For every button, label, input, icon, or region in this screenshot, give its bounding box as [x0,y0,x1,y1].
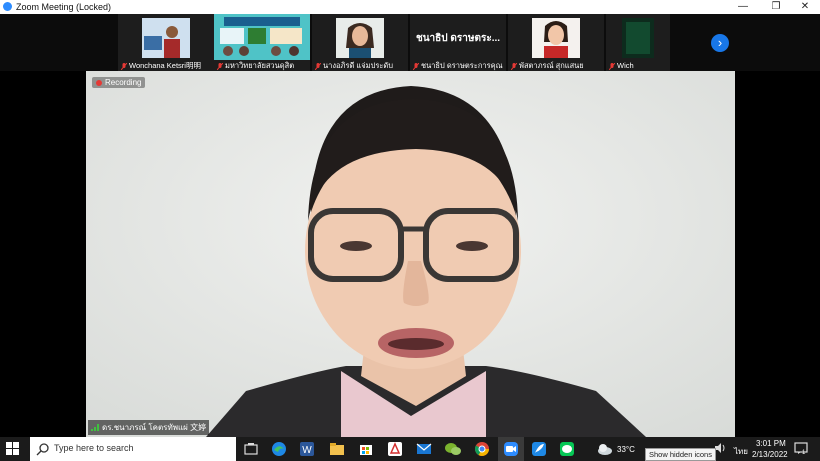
mic-muted-icon [217,62,223,70]
participant-name: นางอภิรดี แจ่มประดับ [323,61,394,70]
weather-temp[interactable]: 33°C [617,445,635,454]
participant-gallery: Wonchana Ketsri明明 มหาวิทยาลัยสวนดุสิต นา… [0,14,820,71]
maximize-button[interactable]: ❐ [761,0,791,14]
file-explorer-icon[interactable] [328,440,346,458]
feather-icon[interactable] [530,440,548,458]
signal-bars-icon [91,424,99,432]
participant-video [142,18,190,58]
taskbar-search-input[interactable]: Type here to search [30,437,236,461]
participant-tile[interactable]: Wonchana Ketsri明明 [118,14,214,71]
participant-video [532,18,580,58]
speaker-image [86,71,735,437]
participant-tile[interactable]: นางอภิรดี แจ่มประดับ [312,14,408,71]
active-speaker-video: Recording ดร.ชนาภรณ์ โคตรทัพแผ่ 文婷 [86,71,735,437]
participant-video [214,14,310,60]
hidden-icons-tooltip: Show hidden icons [645,448,716,461]
participant-name: ชนาธิป ดราษตระการคุณ [421,61,503,70]
participant-tile[interactable]: ชนาธิป ดราษตระ... ชนาธิป ดราษตระการคุณ [410,14,506,71]
participant-video [622,18,654,58]
zoom-icon[interactable] [502,440,520,458]
record-dot-icon [96,79,102,86]
participant-video [336,18,384,58]
search-placeholder: Type here to search [54,443,134,453]
task-view-icon[interactable] [242,440,260,458]
window-titlebar: Zoom Meeting (Locked) — ❐ ✕ [0,0,820,14]
input-language[interactable]: ไทย [734,445,748,458]
edge-icon[interactable] [270,440,288,458]
participant-tile[interactable]: Wich [606,14,670,71]
line-icon[interactable] [558,440,576,458]
notification-count: 1 [802,450,806,456]
participant-name: Wonchana Ketsri明明 [129,61,201,70]
participant-name: มหาวิทยาลัยสวนดุสิต [225,61,295,70]
weather-cloud-icon [598,444,612,455]
mic-muted-icon [413,62,419,70]
participant-name-placeholder: ชนาธิป ดราษตระ... [415,33,501,44]
speaker-name-label: ดร.ชนาภรณ์ โคตรทัพแผ่ 文婷 [88,420,210,435]
wechat-icon[interactable] [444,440,462,458]
clock-date[interactable]: 2/13/2022 [752,450,788,459]
minimize-button[interactable]: — [728,0,758,14]
acrobat-icon[interactable] [386,440,404,458]
speaker-name: ดร.ชนาภรณ์ โคตรทัพแผ่ 文婷 [102,423,207,432]
zoom-logo-icon [3,2,12,11]
windows-start-icon[interactable] [6,442,20,456]
recording-indicator: Recording [92,77,146,88]
notification-icon[interactable] [794,441,808,455]
participant-name: Wich [617,61,634,70]
search-icon [36,443,49,456]
participant-name: พัสตาภรณ์ สุกแสนย [519,61,584,70]
participant-tile[interactable]: มหาวิทยาลัยสวนดุสิต [214,14,310,71]
svg-text:W: W [302,445,312,456]
mic-muted-icon [121,62,127,70]
mic-muted-icon [511,62,517,70]
participant-tile[interactable]: พัสตาภรณ์ สุกแสนย [508,14,604,71]
mail-icon[interactable] [415,440,433,458]
next-page-button[interactable]: › [711,34,729,52]
store-icon[interactable] [357,440,375,458]
word-icon[interactable]: W [298,440,316,458]
mic-muted-icon [609,62,615,70]
chrome-icon[interactable] [473,440,491,458]
recording-label: Recording [105,78,142,87]
mic-muted-icon [315,62,321,70]
window-title: Zoom Meeting (Locked) [16,2,112,12]
close-button[interactable]: ✕ [790,0,820,14]
clock-time[interactable]: 3:01 PM [756,439,786,448]
